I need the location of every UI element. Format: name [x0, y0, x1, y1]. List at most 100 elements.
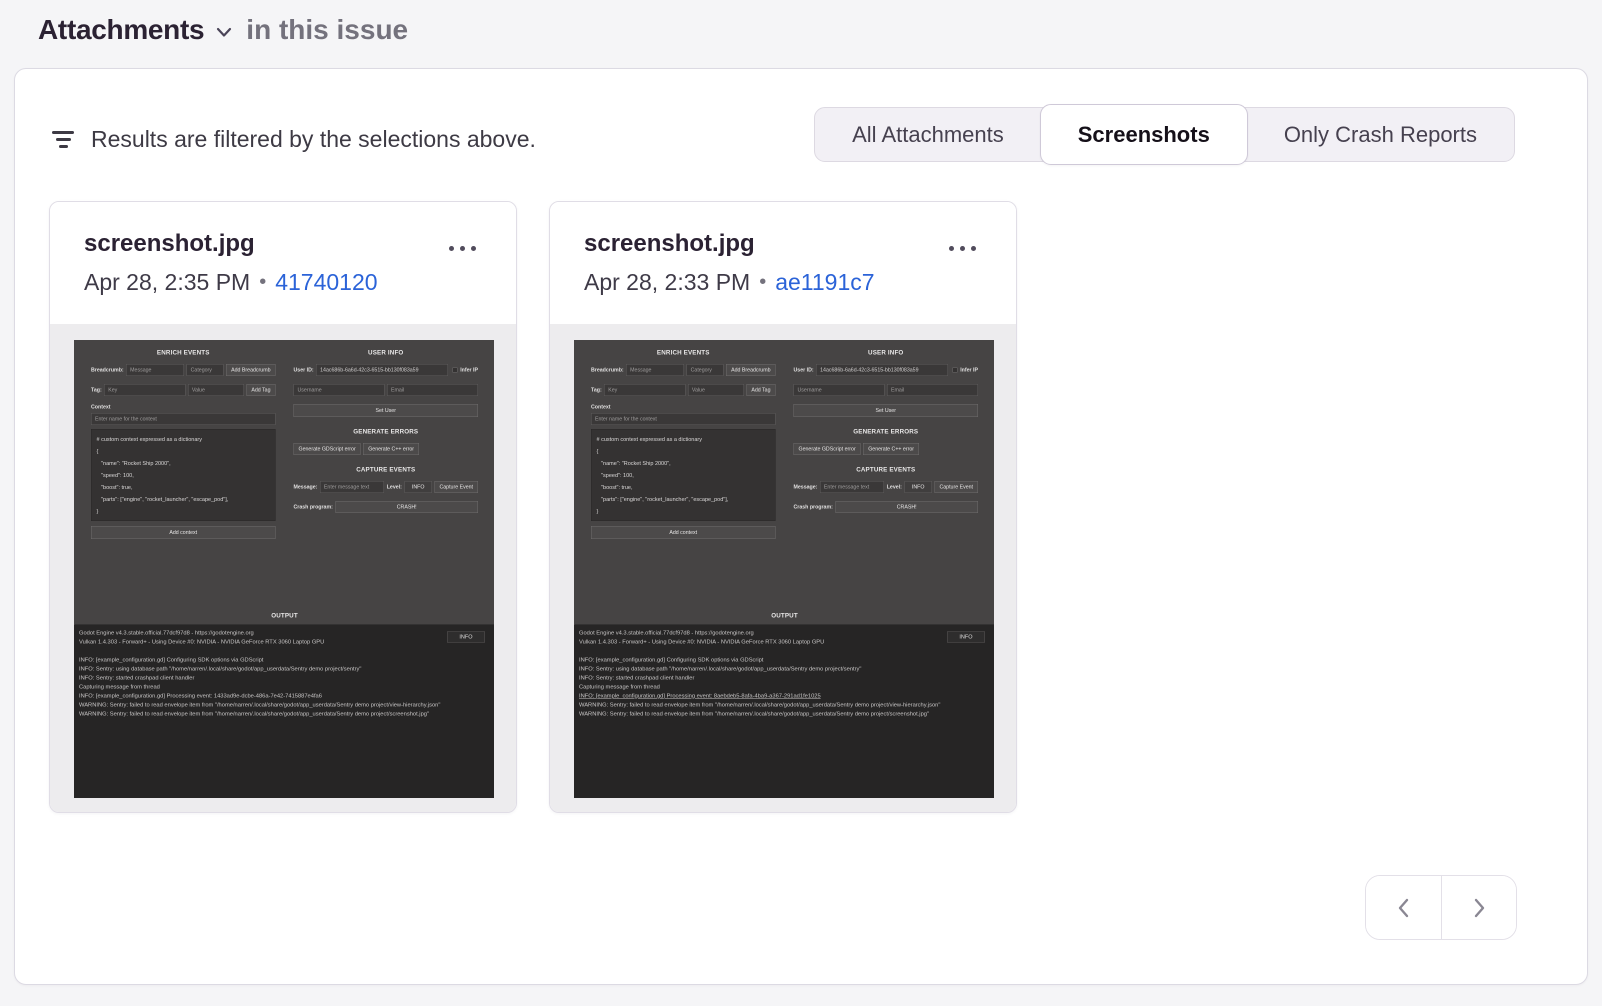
capture-events-heading: CAPTURE EVENTS: [294, 466, 479, 473]
log-line: Godot Engine v4.3.stable.official.77dcf9…: [79, 629, 494, 638]
user-id-label: User ID:: [294, 367, 314, 373]
message-input: Enter message text: [320, 481, 384, 493]
add-tag-button: Add Tag: [246, 384, 275, 396]
code-line: "name": "Rocket Ship 2000",: [597, 458, 771, 470]
filter-note: Results are filtered by the selections a…: [51, 117, 536, 161]
code-line: "speed": 100,: [597, 470, 771, 482]
add-context-button: Add context: [91, 526, 276, 539]
user-info-section: USER INFO User ID: 14ac686b-6a6d-42c3-65…: [794, 347, 979, 539]
generate-cpp-error-button: Generate C++ error: [863, 443, 919, 455]
tag-value-input: Value: [688, 384, 744, 396]
level-select: INFO: [404, 481, 432, 493]
context-label: Context: [591, 404, 776, 410]
log-line: INFO: Sentry: started crashpad client ha…: [79, 674, 494, 683]
code-line: # custom context expressed as a dictiona…: [97, 434, 271, 446]
code-line: # custom context expressed as a dictiona…: [597, 434, 771, 446]
attachment-thumbnail[interactable]: ENRICH EVENTS Breadcrumb: Message Catego…: [574, 340, 994, 798]
code-line: {: [97, 446, 271, 458]
log-line: INFO: [example_configuration.gd] Configu…: [579, 656, 994, 665]
add-context-button: Add context: [591, 526, 776, 539]
code-line: "speed": 100,: [97, 470, 271, 482]
page-header: Attachments in this issue: [38, 14, 408, 46]
filter-icon: [51, 131, 75, 148]
context-name-input: Enter name for the context: [91, 413, 276, 425]
generate-errors-heading: GENERATE ERRORS: [794, 428, 979, 435]
code-line: }: [597, 506, 771, 518]
level-label: Level:: [387, 484, 402, 490]
output-heading: OUTPUT: [591, 612, 978, 619]
attachment-filename: screenshot.jpg: [84, 230, 486, 258]
context-code-editor: # custom context expressed as a dictiona…: [591, 429, 776, 521]
code-line: "boost": true,: [97, 482, 271, 494]
breadcrumb-message-input: Message: [126, 364, 184, 376]
tag-key-input: Key: [104, 384, 185, 396]
attachment-card-body: ENRICH EVENTS Breadcrumb: Message Catego…: [550, 324, 1016, 813]
crash-button: CRASH!: [335, 501, 478, 513]
code-line: "parts": ["engine", "rocket_launcher", "…: [597, 494, 771, 506]
generate-cpp-error-button: Generate C++ error: [363, 443, 419, 455]
attachment-thumbnail[interactable]: ENRICH EVENTS Breadcrumb: Message Catego…: [74, 340, 494, 798]
bullet-separator: •: [759, 271, 766, 294]
user-id-label: User ID:: [794, 367, 814, 373]
log-line: Capturing message from thread: [579, 683, 994, 692]
filter-note-text: Results are filtered by the selections a…: [91, 126, 536, 153]
tag-label: Tag:: [591, 387, 602, 393]
attachment-cards: screenshot.jpg Apr 28, 2:35 PM • 4174012…: [49, 201, 1017, 813]
attachment-meta: Apr 28, 2:33 PM • ae1191c7: [584, 269, 986, 296]
more-options-button[interactable]: [445, 242, 480, 255]
attachment-meta: Apr 28, 2:35 PM • 41740120: [84, 269, 486, 296]
tab-screenshots[interactable]: Screenshots: [1040, 104, 1248, 165]
code-line: "name": "Rocket Ship 2000",: [97, 458, 271, 470]
attachment-date: Apr 28, 2:33 PM: [584, 269, 750, 296]
event-id-link[interactable]: 41740120: [275, 269, 377, 296]
code-line: "parts": ["engine", "rocket_launcher", "…: [97, 494, 271, 506]
add-tag-button: Add Tag: [746, 384, 775, 396]
page-title: Attachments: [38, 14, 204, 46]
level-select: INFO: [904, 481, 932, 493]
screenshot-image: ENRICH EVENTS Breadcrumb: Message Catego…: [574, 340, 994, 798]
tag-value-input: Value: [188, 384, 244, 396]
email-input: Email: [887, 384, 978, 396]
output-heading: OUTPUT: [91, 612, 478, 619]
chevron-down-icon: [214, 22, 234, 42]
code-line: }: [97, 506, 271, 518]
previous-page-button[interactable]: [1366, 876, 1441, 939]
tab-all-attachments[interactable]: All Attachments: [815, 107, 1041, 162]
page-subtitle: in this issue: [246, 14, 408, 46]
log-level-filter: INFO: [947, 632, 985, 643]
code-line: {: [597, 446, 771, 458]
capture-events-heading: CAPTURE EVENTS: [794, 466, 979, 473]
pagination: [1365, 875, 1517, 940]
event-id-link[interactable]: ae1191c7: [775, 269, 874, 296]
log-level-filter: INFO: [447, 632, 485, 643]
log-line: INFO: [example_configuration.gd] Process…: [579, 692, 994, 701]
crash-program-label: Crash program:: [794, 504, 833, 510]
log-line: WARNING: Sentry: failed to read envelope…: [79, 701, 494, 710]
infer-ip-checkbox: [953, 368, 958, 373]
email-input: Email: [387, 384, 478, 396]
log-line: INFO: [example_configuration.gd] Configu…: [79, 656, 494, 665]
log-line: [79, 647, 494, 656]
breadcrumb-label: Breadcrumb:: [591, 367, 624, 373]
infer-ip-label: Infer IP: [960, 367, 978, 373]
output-console: INFO Godot Engine v4.3.stable.official.7…: [74, 624, 494, 798]
code-line: "boost": true,: [597, 482, 771, 494]
message-label: Message:: [294, 484, 318, 490]
user-info-heading: USER INFO: [794, 349, 979, 356]
attachment-card: screenshot.jpg Apr 28, 2:33 PM • ae1191c…: [549, 201, 1017, 813]
log-line: Vulkan 1.4.303 - Forward+ - Using Device…: [79, 638, 494, 647]
set-user-button: Set User: [794, 404, 979, 417]
chevron-left-icon: [1392, 896, 1416, 920]
chevron-right-icon: [1467, 896, 1491, 920]
more-options-button[interactable]: [945, 242, 980, 255]
log-line: Vulkan 1.4.303 - Forward+ - Using Device…: [579, 638, 994, 647]
user-info-section: USER INFO User ID: 14ac686b-6a6d-42c3-65…: [294, 347, 479, 539]
attachment-card-header: screenshot.jpg Apr 28, 2:33 PM • ae1191c…: [550, 202, 1016, 324]
output-console: INFO Godot Engine v4.3.stable.official.7…: [574, 624, 994, 798]
next-page-button[interactable]: [1441, 876, 1516, 939]
breadcrumb-category-input: Category: [687, 364, 724, 376]
tab-only-crash-reports[interactable]: Only Crash Reports: [1247, 107, 1514, 162]
attachments-dropdown[interactable]: Attachments: [38, 14, 234, 46]
enrich-events-section: ENRICH EVENTS Breadcrumb: Message Catego…: [591, 347, 776, 539]
breadcrumb-message-input: Message: [626, 364, 684, 376]
